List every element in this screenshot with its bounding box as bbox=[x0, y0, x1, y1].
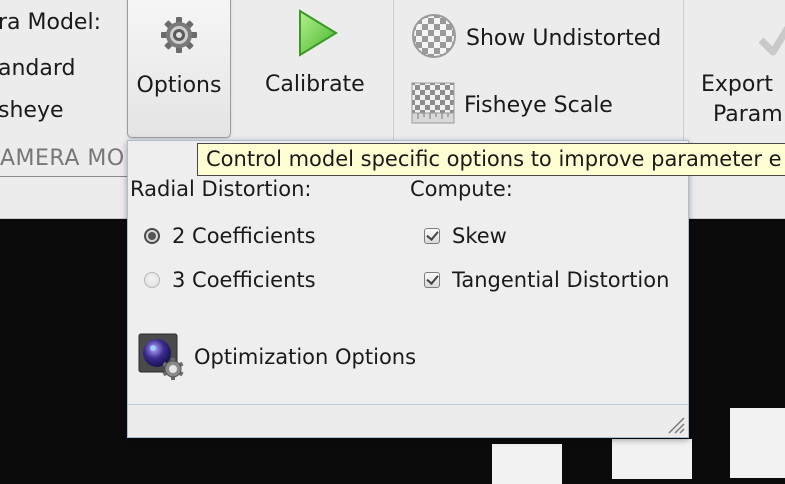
checkbox-checked-icon bbox=[424, 228, 440, 244]
calibrate-label: Calibrate bbox=[265, 72, 365, 97]
resize-grip-icon[interactable] bbox=[665, 414, 685, 434]
options-popup: Radial Distortion: 2 Coefficients 3 Coef… bbox=[127, 140, 689, 438]
checkbox-label: Skew bbox=[452, 224, 507, 248]
radio-2-coefficients[interactable]: 2 Coefficients bbox=[144, 224, 316, 248]
export-label: Export bbox=[701, 72, 774, 97]
checkerboard-square bbox=[492, 444, 562, 484]
camera-model-standard-option[interactable]: andard bbox=[0, 56, 76, 81]
check-icon bbox=[758, 20, 785, 60]
radial-distortion-title: Radial Distortion: bbox=[130, 177, 312, 201]
radio-3-coefficients[interactable]: 3 Coefficients bbox=[144, 268, 316, 292]
camera-model-label: ra Model: bbox=[0, 10, 101, 35]
section-label-camera-model: AMERA MO bbox=[0, 146, 125, 171]
tooltip: Control model specific options to improv… bbox=[197, 143, 785, 176]
radio-unselected-icon bbox=[144, 272, 160, 288]
calibrate-button[interactable]: Calibrate bbox=[252, 0, 380, 130]
checkbox-label: Tangential Distortion bbox=[452, 268, 670, 292]
checker-sphere-icon bbox=[410, 12, 458, 64]
fisheye-scale-label: Fisheye Scale bbox=[464, 92, 613, 118]
toolstrip-separator bbox=[683, 0, 684, 140]
gear-icon bbox=[159, 15, 199, 55]
play-icon bbox=[296, 8, 340, 58]
options-label: Options bbox=[136, 73, 222, 98]
fisheye-scale-button[interactable]: Fisheye Scale bbox=[410, 80, 613, 130]
camera-gear-icon bbox=[138, 333, 186, 381]
export-label-line2: Param bbox=[713, 102, 783, 127]
export-button[interactable]: Export Param bbox=[693, 0, 785, 135]
section-divider bbox=[0, 176, 128, 177]
radio-label: 3 Coefficients bbox=[172, 268, 316, 292]
popup-footer bbox=[128, 404, 688, 437]
checkbox-checked-icon bbox=[424, 272, 440, 288]
optimization-options-button[interactable]: Optimization Options bbox=[138, 333, 416, 381]
checkbox-skew[interactable]: Skew bbox=[424, 224, 507, 248]
radio-label: 2 Coefficients bbox=[172, 224, 316, 248]
show-undistorted-label: Show Undistorted bbox=[466, 25, 662, 51]
toolstrip-separator bbox=[393, 0, 394, 140]
options-button[interactable]: Options bbox=[127, 0, 231, 138]
checker-ruler-icon bbox=[410, 80, 456, 130]
camera-model-fisheye-option[interactable]: sheye bbox=[0, 98, 64, 123]
compute-title: Compute: bbox=[410, 177, 513, 201]
checkerboard-square bbox=[612, 439, 692, 479]
checkbox-tangential-distortion[interactable]: Tangential Distortion bbox=[424, 268, 686, 292]
show-undistorted-button[interactable]: Show Undistorted bbox=[410, 12, 662, 64]
optimization-options-label: Optimization Options bbox=[194, 345, 417, 369]
checkerboard-square bbox=[730, 408, 785, 478]
radio-selected-icon bbox=[144, 228, 160, 244]
